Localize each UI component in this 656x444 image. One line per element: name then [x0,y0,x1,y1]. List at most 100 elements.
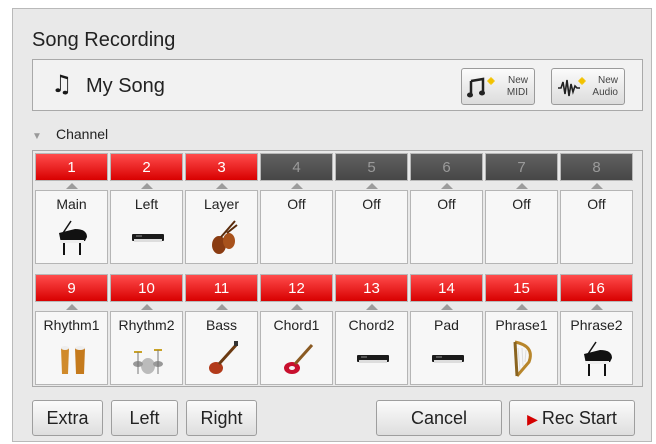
channel-up-arrow-icon [366,304,378,310]
voice-name: Chord1 [273,317,320,333]
channel-voice-button[interactable]: Phrase2 [560,311,633,385]
channel-3: 3 Layer [185,153,260,265]
channel-voice-button[interactable]: Off [410,190,483,264]
channel-voice-button[interactable]: Off [560,190,633,264]
keyboard-icon [132,219,164,257]
channel-5: 5 Off [335,153,410,265]
channel-up-arrow-icon [441,304,453,310]
channel-number-button[interactable]: 16 [560,274,633,302]
channel-number-button[interactable]: 5 [335,153,408,181]
channel-number-button[interactable]: 1 [35,153,108,181]
new-audio-line2: Audio [592,87,618,98]
voice-name: Pad [434,317,459,333]
channel-up-arrow-icon [291,304,303,310]
grand-piano-icon [582,340,614,378]
voice-name: Rhythm1 [43,317,100,333]
grand-piano-icon [57,219,89,257]
channel-number-button[interactable]: 8 [560,153,633,181]
keyboard-icon [357,340,389,378]
voice-name: Main [56,196,87,212]
channel-number-button[interactable]: 10 [110,274,183,302]
right-button[interactable]: Right [186,400,257,436]
channel-grid: 1 Main 2 Left 3 Layer 4 Off 5 Off 6 Off 7 Off 8 Off 9 Rh… [32,150,643,387]
new-midi-line1: New [507,75,528,86]
channel-voice-button[interactable]: Pad [410,311,483,385]
conga-icon [57,340,89,378]
voice-name: Off [587,196,606,212]
channel-4: 4 Off [260,153,335,265]
channel-voice-button[interactable]: Bass [185,311,258,385]
keyboard-icon [432,340,464,378]
channel-up-arrow-icon [216,183,228,189]
channel-number-button[interactable]: 15 [485,274,558,302]
channel-up-arrow-icon [516,183,528,189]
channel-number-button[interactable]: 6 [410,153,483,181]
rec-start-label: Rec Start [541,408,617,428]
new-audio-line1: New [597,75,618,86]
channel-voice-button[interactable]: Off [485,190,558,264]
voice-name: Off [437,196,456,212]
channel-voice-button[interactable]: Layer [185,190,258,264]
channel-10: 10 Rhythm2 [110,274,185,386]
music-note-icon: ♫ [51,70,73,98]
channel-voice-button[interactable]: Rhythm1 [35,311,108,385]
voice-name: Rhythm2 [118,317,175,333]
drum-kit-icon [132,340,164,378]
channel-voice-button[interactable]: Chord1 [260,311,333,385]
new-audio-button[interactable]: New Audio [551,68,625,105]
channel-number-button[interactable]: 11 [185,274,258,302]
electric-guitar-icon [282,340,314,378]
channel-voice-button[interactable]: Left [110,190,183,264]
rec-start-button[interactable]: ▶ Rec Start [509,400,635,436]
channel-number-button[interactable]: 7 [485,153,558,181]
channel-voice-button[interactable]: Off [260,190,333,264]
channel-16: 16 Phrase2 [560,274,635,386]
channel-up-arrow-icon [591,183,603,189]
channel-section-toggle[interactable]: ▼ Channel [32,126,108,142]
channel-up-arrow-icon [441,183,453,189]
channel-number-button[interactable]: 2 [110,153,183,181]
song-recording-panel: Song Recording ♫ My Song New MIDI New Au… [12,8,652,442]
channel-15: 15 Phrase1 [485,274,560,386]
new-midi-button[interactable]: New MIDI [461,68,535,105]
song-name-bar[interactable]: ♫ My Song New MIDI New Audio [32,59,643,111]
left-button[interactable]: Left [111,400,178,436]
voice-name: Off [512,196,531,212]
channel-voice-button[interactable]: Chord2 [335,311,408,385]
voice-name: Phrase2 [570,317,623,333]
voice-name: Phrase1 [495,317,548,333]
channel-up-arrow-icon [291,183,303,189]
voice-name: Off [362,196,381,212]
voice-name: Off [287,196,306,212]
channel-up-arrow-icon [66,304,78,310]
channel-up-arrow-icon [66,183,78,189]
new-midi-line2: MIDI [506,87,528,98]
channel-number-button[interactable]: 14 [410,274,483,302]
channel-up-arrow-icon [516,304,528,310]
channel-voice-button[interactable]: Main [35,190,108,264]
extra-button[interactable]: Extra [32,400,103,436]
strings-icon [207,219,239,257]
channel-13: 13 Chord2 [335,274,410,386]
voice-name: Layer [203,196,240,212]
harp-icon [507,340,539,378]
channel-voice-button[interactable]: Rhythm2 [110,311,183,385]
channel-voice-button[interactable]: Off [335,190,408,264]
channel-8: 8 Off [560,153,635,265]
bass-guitar-icon [207,340,239,378]
song-name: My Song [86,75,165,97]
channel-number-button[interactable]: 9 [35,274,108,302]
channel-up-arrow-icon [591,304,603,310]
channel-number-button[interactable]: 13 [335,274,408,302]
voice-name: Chord2 [348,317,395,333]
channel-number-button[interactable]: 3 [185,153,258,181]
cancel-button[interactable]: Cancel [376,400,502,436]
channel-up-arrow-icon [141,183,153,189]
channel-voice-button[interactable]: Phrase1 [485,311,558,385]
channel-up-arrow-icon [141,304,153,310]
channel-up-arrow-icon [216,304,228,310]
channel-6: 6 Off [410,153,485,265]
channel-number-button[interactable]: 4 [260,153,333,181]
channel-number-button[interactable]: 12 [260,274,333,302]
collapse-triangle-icon: ▼ [32,131,42,142]
